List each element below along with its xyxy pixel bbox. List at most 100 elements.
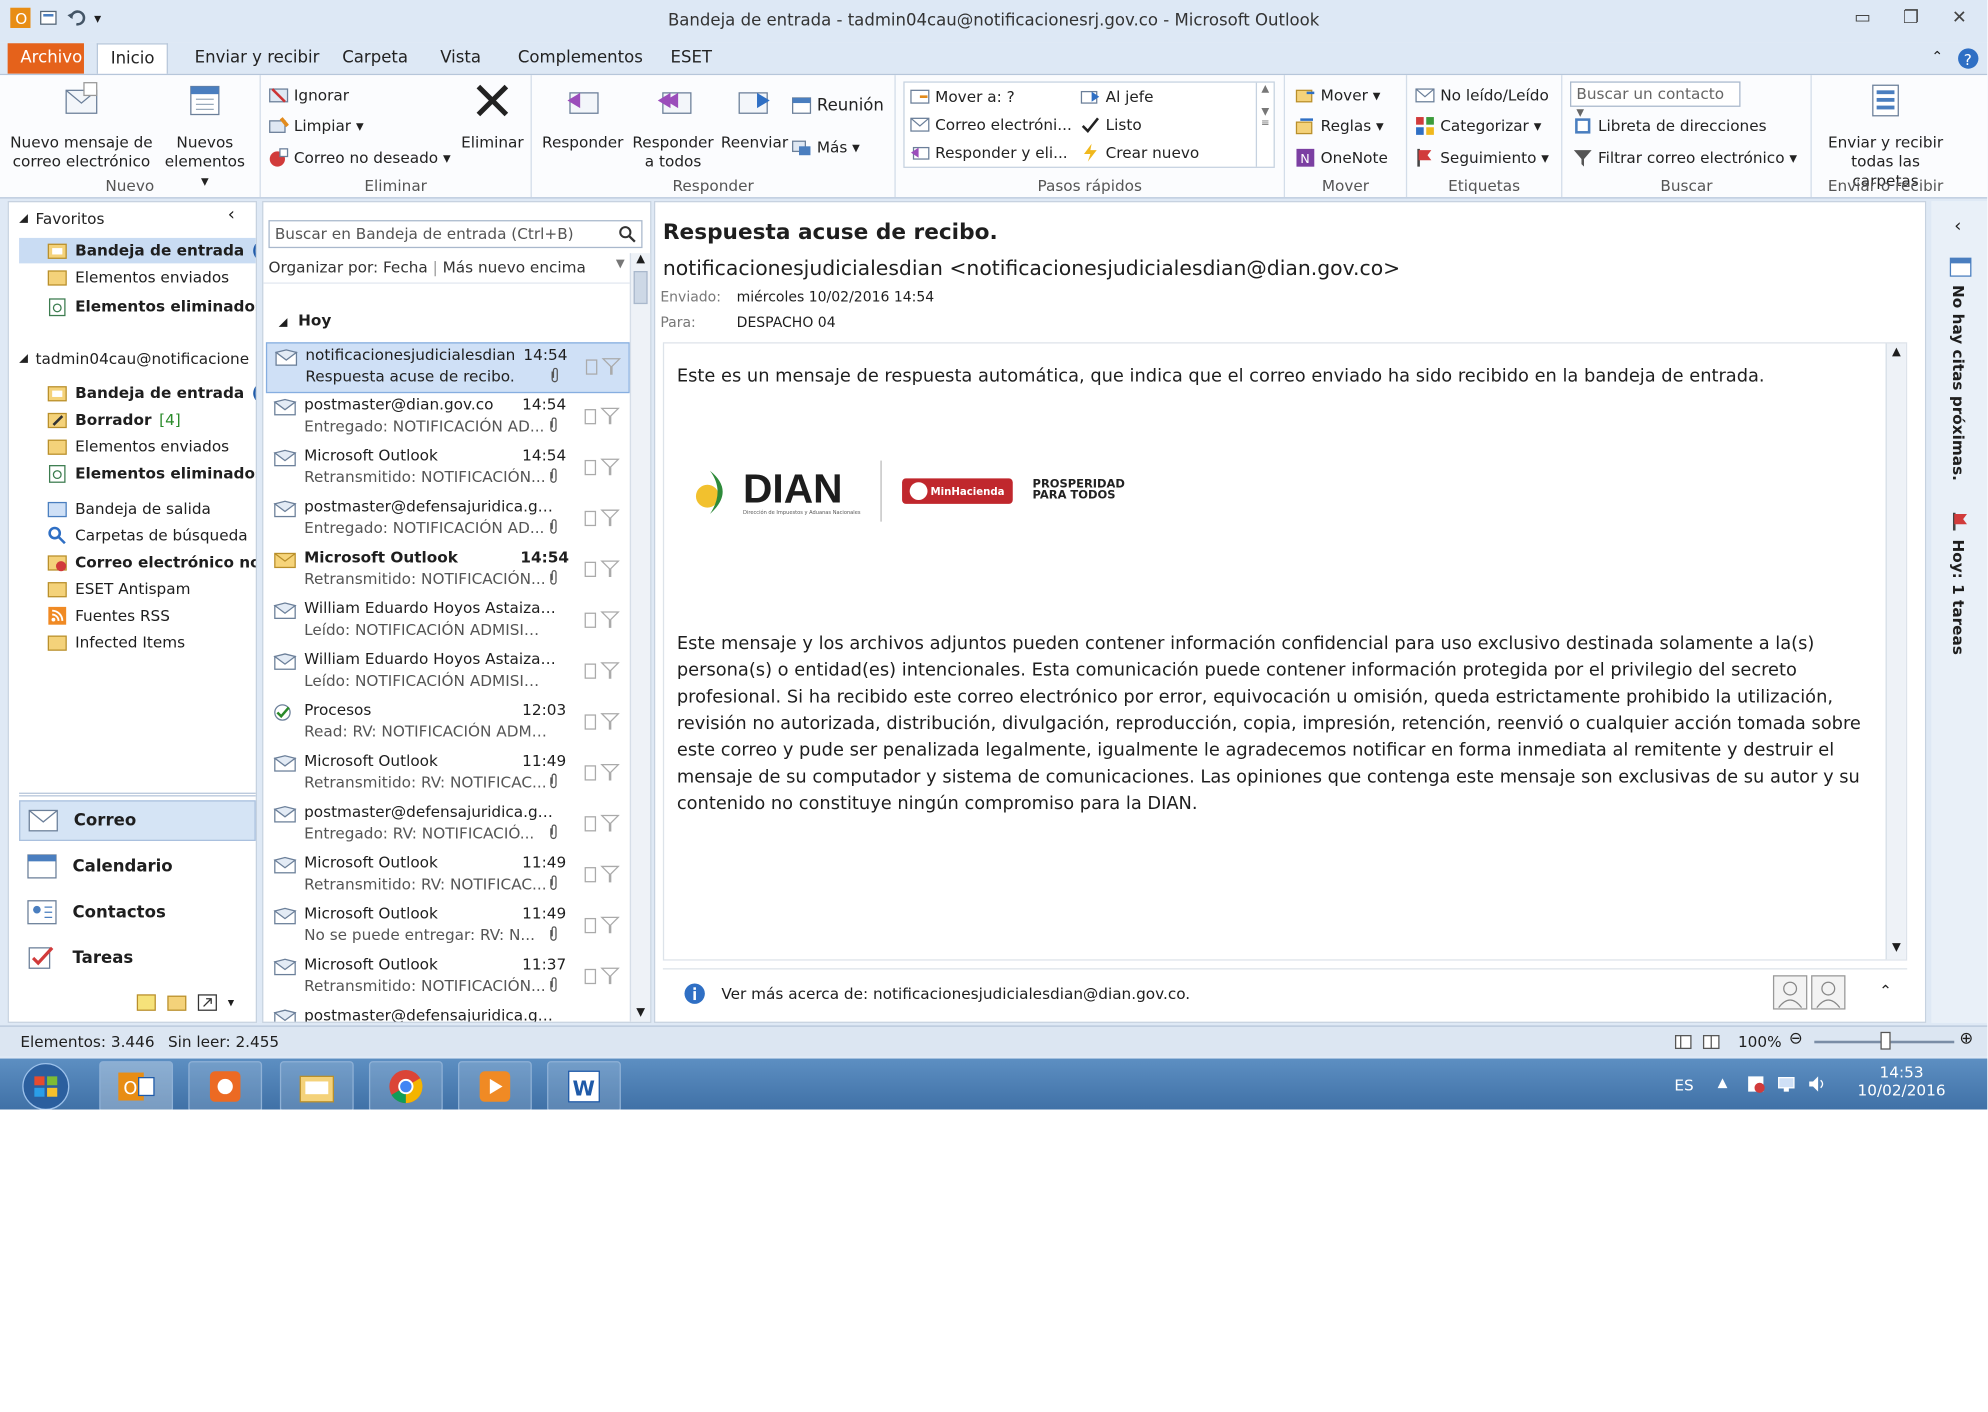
filter-email-button[interactable]: Filtrar correo electrónico ▾ xyxy=(1573,148,1797,168)
quick-step-create[interactable]: Crear nuevo xyxy=(1080,142,1199,162)
tab-inicio[interactable]: Inicio xyxy=(96,43,169,77)
category-flag-icon[interactable] xyxy=(584,609,620,629)
folder-elementos-enviados[interactable]: Elementos enviados xyxy=(47,436,256,456)
tasks-today-label[interactable]: Hoy: 1 tareas xyxy=(1949,539,1967,654)
ignore-button[interactable]: Ignorar xyxy=(268,85,349,105)
configure-buttons-icon[interactable]: ▾ xyxy=(228,996,234,1010)
new-mail-button[interactable]: Nuevo mensaje de correo electrónico xyxy=(8,80,156,172)
category-flag-icon[interactable] xyxy=(584,813,620,833)
address-book-button[interactable]: Libreta de direcciones xyxy=(1573,116,1767,136)
onenote-button[interactable]: N OneNote xyxy=(1295,148,1388,168)
folder-elementos-eliminados[interactable]: Elementos eliminados xyxy=(47,463,256,483)
taskbar-chrome[interactable] xyxy=(368,1061,443,1110)
move-button[interactable]: Mover ▾ xyxy=(1295,85,1380,105)
fav-elementos-enviados[interactable]: Elementos enviados xyxy=(47,267,256,287)
followup-button[interactable]: Seguimiento ▾ xyxy=(1415,148,1549,168)
delete-button[interactable]: Eliminar xyxy=(457,80,528,153)
network-icon[interactable] xyxy=(1776,1074,1796,1094)
body-scrollbar[interactable]: ▲ ▼ xyxy=(1885,343,1906,960)
cleanup-button[interactable]: Limpiar ▾ xyxy=(268,116,364,136)
show-hidden-icons[interactable]: ▲ xyxy=(1718,1076,1728,1090)
sort-dropdown-icon[interactable]: ▼ xyxy=(616,258,625,271)
close-button[interactable]: ✕ xyxy=(1944,8,1975,33)
tab-enviar-recibir[interactable]: Enviar y recibir xyxy=(182,43,332,74)
category-flag-icon[interactable] xyxy=(584,915,620,935)
contact-search-input[interactable]: Buscar un contacto ▾ xyxy=(1570,81,1741,121)
folder-eset-antispam[interactable]: ESET Antispam xyxy=(47,579,256,599)
reading-view-icon[interactable] xyxy=(1702,1033,1720,1051)
nav-splitter[interactable] xyxy=(19,792,256,797)
scroll-down-icon[interactable]: ▼ xyxy=(631,1006,650,1019)
rules-button[interactable]: Reglas ▾ xyxy=(1295,116,1384,136)
reply-button[interactable]: Responder xyxy=(539,80,626,153)
folder-bandeja-salida[interactable]: Bandeja de salida xyxy=(47,499,256,519)
message-item[interactable]: postmaster@defensajuridica.go... xyxy=(266,1004,630,1022)
meeting-button[interactable]: Reunión xyxy=(791,95,884,115)
windows-start-icon[interactable] xyxy=(18,1061,74,1110)
message-list-scrollbar[interactable]: ▲ ▼ xyxy=(629,253,651,1022)
quick-step-done[interactable]: Listo xyxy=(1080,115,1142,135)
sort-order-button[interactable]: Más nuevo encima xyxy=(443,258,586,276)
categorize-button[interactable]: Categorizar ▾ xyxy=(1415,116,1541,136)
category-flag-icon[interactable] xyxy=(584,559,620,579)
message-item[interactable]: postmaster@dian.gov.co 14:54 Entregado: NO… xyxy=(266,393,630,444)
tab-vista[interactable]: Vista xyxy=(427,43,493,74)
shortcuts-icon[interactable] xyxy=(197,994,217,1012)
message-sender[interactable]: notificacionesjudicialesdian <notificaci… xyxy=(663,256,1400,280)
reply-all-button[interactable]: Responder a todos xyxy=(629,80,718,172)
message-item[interactable]: Microsoft Outlook 14:54 Retransmitido: NOT… xyxy=(266,444,630,495)
taskbar-app-orange[interactable] xyxy=(188,1061,263,1110)
folder-borrador[interactable]: Borrador [4] xyxy=(47,410,256,430)
collapse-nav-icon[interactable]: ‹ xyxy=(228,205,235,225)
taskbar-word[interactable]: W xyxy=(547,1061,621,1110)
message-item[interactable]: postmaster@defensajuridica.go... Entregad… xyxy=(266,495,630,546)
avatar[interactable] xyxy=(1772,975,1808,1011)
volume-icon[interactable] xyxy=(1807,1074,1827,1094)
message-item[interactable]: notificacionesjudicialesdian 14:54 Respues… xyxy=(265,342,630,394)
folder-infected-items[interactable]: Infected Items xyxy=(47,632,256,652)
minimize-button[interactable]: ▭ xyxy=(1847,8,1878,33)
taskbar-explorer[interactable] xyxy=(279,1061,354,1110)
nav-tareas-button[interactable]: Tareas xyxy=(19,938,256,979)
people-pane-info[interactable]: Ver más acerca de: notificacionesjudicia… xyxy=(721,984,1190,1002)
message-item[interactable]: Microsoft Outlook 11:49 Retransmitido: RV:… xyxy=(266,749,630,800)
folder-bandeja-entrada[interactable]: Bandeja de entrada(2 xyxy=(47,383,256,403)
folder-fuentes-rss[interactable]: Fuentes RSS xyxy=(47,606,256,626)
taskbar-outlook[interactable]: O xyxy=(99,1061,174,1110)
category-flag-icon[interactable] xyxy=(585,356,621,376)
message-item[interactable]: postmaster@defensajuridica.go... Entregad… xyxy=(266,800,630,851)
category-flag-icon[interactable] xyxy=(584,508,620,528)
category-flag-icon[interactable] xyxy=(584,406,620,426)
scroll-up-icon[interactable]: ▲ xyxy=(1887,346,1906,359)
expand-people-pane-icon[interactable]: ⌃ xyxy=(1879,982,1892,1000)
category-flag-icon[interactable] xyxy=(584,457,620,477)
message-item[interactable]: William Eduardo Hoyos Astaiza 1... Leído:… xyxy=(266,597,630,648)
category-flag-icon[interactable] xyxy=(584,762,620,782)
collapse-ribbon-icon[interactable]: ⌃ xyxy=(1931,48,1943,65)
tab-complementos[interactable]: Complementos xyxy=(505,43,655,74)
category-flag-icon[interactable] xyxy=(584,966,620,986)
message-item[interactable]: Microsoft Outlook 11:49 Retransmitido: RV:… xyxy=(266,851,630,902)
quick-steps-scroll[interactable]: ▲ ▼ ≡ xyxy=(1255,82,1274,167)
favorites-header[interactable]: ◢ Favoritos xyxy=(19,210,104,228)
message-item[interactable]: Microsoft Outlook 14:54 Retransmitido: NOT… xyxy=(266,546,630,597)
junk-button[interactable]: Correo no deseado ▾ xyxy=(268,148,451,168)
sort-by-button[interactable]: Organizar por: Fecha xyxy=(268,258,427,276)
avatar[interactable] xyxy=(1810,975,1846,1011)
category-flag-icon[interactable] xyxy=(584,660,620,680)
nav-contactos-button[interactable]: Contactos xyxy=(19,892,256,933)
category-flag-icon[interactable] xyxy=(584,711,620,731)
notes-icon[interactable] xyxy=(136,994,156,1012)
group-header-hoy[interactable]: ◢ Hoy xyxy=(279,312,332,330)
nav-calendario-button[interactable]: Calendario xyxy=(19,846,256,887)
more-respond-button[interactable]: Más ▾ xyxy=(791,137,860,157)
new-items-button[interactable]: Nuevos elementos ▾ xyxy=(160,80,249,191)
fav-elementos-eliminados[interactable]: Elementos eliminados xyxy=(47,296,256,317)
message-item[interactable]: Microsoft Outlook 11:49 No se puede entreg… xyxy=(266,902,630,953)
taskbar-media[interactable] xyxy=(458,1061,532,1110)
zoom-thumb[interactable] xyxy=(1880,1031,1891,1050)
quick-step-boss[interactable]: Al jefe xyxy=(1080,87,1154,107)
inbox-search-input[interactable]: Buscar en Bandeja de entrada (Ctrl+B) xyxy=(268,220,643,249)
nav-correo-button[interactable]: Correo xyxy=(19,800,256,841)
help-icon[interactable]: ? xyxy=(1957,47,1980,70)
